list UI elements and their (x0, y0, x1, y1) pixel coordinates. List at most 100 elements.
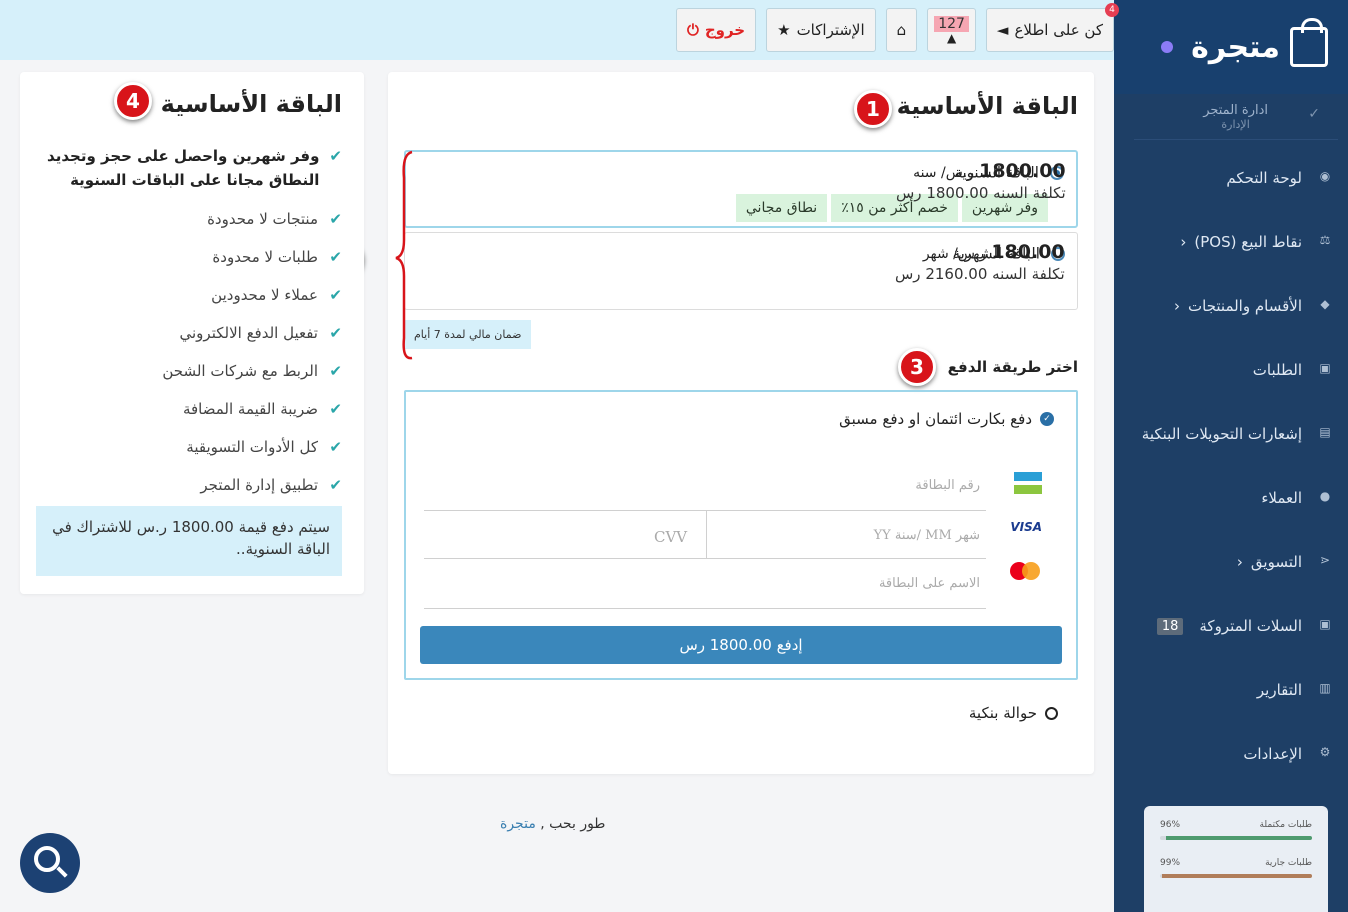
sidebar-item-pos[interactable]: ⚖ نقاط البيع (POS) ‹ (1114, 210, 1348, 274)
list-item: ✔ تفعيل الدفع الالكتروني (42, 324, 343, 342)
list-item: ✔ عملاء لا محدودين (42, 286, 342, 304)
feature-text: منتجات لا محدودة (207, 210, 318, 228)
sidebar-item-orders[interactable]: ▣ الطلبات (1114, 338, 1348, 402)
chevron-left-icon: ‹ (1236, 553, 1243, 571)
dashboard-icon: ◉ (1319, 169, 1331, 183)
user-icon: ● (1319, 489, 1331, 503)
logout-button[interactable]: ⏻ خروج (675, 8, 757, 52)
plan-features-card: الباقة الأساسية 4 ✔ وفر شهرين واحصل على ح… (20, 72, 364, 594)
step-badge-3: 3 (898, 348, 936, 386)
logo-text[interactable]: متجرة (1191, 30, 1280, 65)
search-button[interactable] (20, 833, 80, 893)
chart-icon: ✓ (1308, 106, 1320, 122)
plan-annual[interactable]: الباقة السنوية وفر شهرين خصم أكثر من ١٥٪… (404, 150, 1078, 228)
sidebar-item-label: التقارير (1256, 681, 1302, 699)
notifications-button[interactable]: 127 ▲ (927, 8, 976, 52)
list-item: ✔ الربط مع شركات الشحن (42, 362, 342, 380)
stat-in-progress: طلبات جارية 99% (1160, 858, 1312, 878)
list-item: ✔ كل الأدوات التسويقية (42, 438, 342, 456)
subscriptions-label: الإشتراكات (796, 21, 865, 39)
list-item: ✔ طلبات لا محدودة (42, 248, 342, 266)
feature-text: تطبيق إدارة المتجر (200, 476, 318, 494)
check-icon: ✔ (329, 147, 342, 165)
check-icon: ✔ (329, 362, 342, 380)
subscriptions-button[interactable]: ★ الإشتراكات (766, 8, 876, 52)
footer-brand-link[interactable]: متجرة (500, 816, 536, 832)
home-button[interactable]: ⌂ (885, 8, 918, 52)
cardholder-name-input[interactable]: الاسم على البطاقة (879, 576, 980, 591)
share-icon: ⋖ (1319, 553, 1331, 567)
sidebar-item-marketing[interactable]: ⋖ التسويق ‹ (1114, 530, 1348, 594)
check-icon: ✔ (329, 210, 342, 228)
pay-button[interactable]: إدفع 1800.00 رس (420, 626, 1062, 664)
sidebar-item-label: الأقسام والمنتجات (1188, 297, 1302, 315)
sidebar-item-categories[interactable]: ◆ الأقسام والمنتجات ‹ (1114, 274, 1348, 338)
divider (424, 510, 986, 511)
check-icon: ✔ (329, 400, 342, 418)
stat-fill (1161, 874, 1312, 878)
search-icon-handle (56, 866, 68, 878)
footer-text: طور بحب , (540, 816, 606, 832)
list-item: ✔ تطبيق إدارة المتجر (42, 476, 342, 494)
bank-transfer-label: حوالة بنكية (968, 704, 1037, 722)
sidebar-item-label: العملاء (1261, 489, 1302, 507)
features-title: الباقة الأساسية (160, 90, 342, 118)
bar-chart-icon: ▥ (1319, 681, 1331, 695)
check-icon: ✔ (329, 438, 342, 456)
topbar: ⏻ خروج ★ الإشتراكات ⌂ 127 ▲ ◄ كن على اطل… (0, 0, 1119, 60)
stat-label: طلبات جارية (1265, 858, 1312, 868)
check-icon: ✔ (329, 286, 342, 304)
feature-text: الربط مع شركات الشحن (162, 362, 318, 380)
card-icon (1014, 472, 1042, 494)
plan-price: 180.00 (991, 241, 1065, 263)
sidebar-item-label: نقاط البيع (POS) (1194, 233, 1302, 251)
sidebar-item-label: إشعارات التحويلات البنكية (1141, 425, 1302, 443)
store-admin-link[interactable]: ✓ ادارة المتجر الإدارة (1134, 94, 1338, 140)
list-item: ✔ منتجات لا محدودة (42, 210, 342, 228)
stat-fill (1166, 836, 1312, 840)
check-circle-icon: ✓ (1040, 412, 1054, 426)
stat-value: 96% (1160, 820, 1181, 830)
feature-text: عملاء لا محدودين (211, 286, 318, 304)
stat-bar (1160, 836, 1312, 840)
shopping-bag-icon (1290, 18, 1328, 67)
feature-text: تفعيل الدفع الالكتروني (179, 324, 319, 342)
check-icon: ✔ (329, 324, 342, 342)
sidebar-item-label: السلات المتروكة (1199, 617, 1302, 635)
logo-dot (1161, 41, 1174, 53)
sidebar-item-abandoned-carts[interactable]: ▣ السلات المتروكة 18 (1114, 594, 1348, 658)
sidebar-item-reports[interactable]: ▥ التقارير (1114, 658, 1348, 722)
sidebar-item-settings[interactable]: ⚙ الإعدادات (1114, 722, 1348, 786)
cvv-input[interactable]: CVV (654, 528, 687, 546)
mastercard-icon (1010, 562, 1040, 580)
plan-monthly[interactable]: الباقة الشهرية 180.00 ر.س/ شهر تكلفة الس… (404, 232, 1078, 310)
sidebar-item-label: التسويق (1250, 553, 1302, 571)
stay-informed-button[interactable]: ◄ كن على اطلاع 4 (985, 3, 1119, 52)
bank-transfer-option[interactable]: حوالة بنكية (969, 704, 1058, 722)
radio-unselected-icon[interactable] (1045, 706, 1058, 720)
sidebar-menu: ◉ لوحة التحكم ⚖ نقاط البيع (POS) ‹ ◆ الأقسام… (1114, 140, 1348, 786)
payment-method-title: اختر طريقة الدفع (947, 358, 1078, 376)
stay-informed-badge: 4 (1105, 3, 1119, 17)
check-icon: ✔ (329, 476, 342, 494)
sidebar-item-customers[interactable]: ● العملاء (1114, 466, 1348, 530)
bracket-annotation (395, 150, 413, 360)
feature-text: كل الأدوات التسويقية (186, 438, 318, 456)
sidebar-item-dashboard[interactable]: ◉ لوحة التحكم (1114, 146, 1348, 210)
stat-label: طلبات مكتملة (1259, 820, 1312, 830)
stat-value: 99% (1160, 858, 1181, 868)
admin-label: الإدارة (1221, 117, 1250, 131)
chevron-left-icon: ‹ (1174, 297, 1181, 315)
expiry-input[interactable]: شهر MM /سنة YY (874, 528, 980, 543)
sidebar-item-bank-transfers[interactable]: ▤ إشعارات التحويلات البنكية (1114, 402, 1348, 466)
home-icon: ⌂ (896, 21, 907, 39)
payment-note: سيتم دفع قيمة 1800.00 ر.س للاشتراك في ال… (36, 506, 342, 576)
scale-icon: ⚖ (1319, 233, 1331, 247)
megaphone-icon: ◄ (996, 21, 1009, 39)
cart-icon: ▣ (1319, 361, 1331, 375)
divider (706, 510, 707, 558)
card-payment-option[interactable]: ✓ دفع بكارت ائتمان او دفع مسبق (839, 410, 1054, 428)
features-list: ✔ وفر شهرين واحصل على حجز وتجديد النطاق م… (42, 144, 342, 494)
card-number-input[interactable]: رقم البطاقة (915, 478, 980, 493)
sidebar-header: متجرة (1114, 0, 1348, 94)
